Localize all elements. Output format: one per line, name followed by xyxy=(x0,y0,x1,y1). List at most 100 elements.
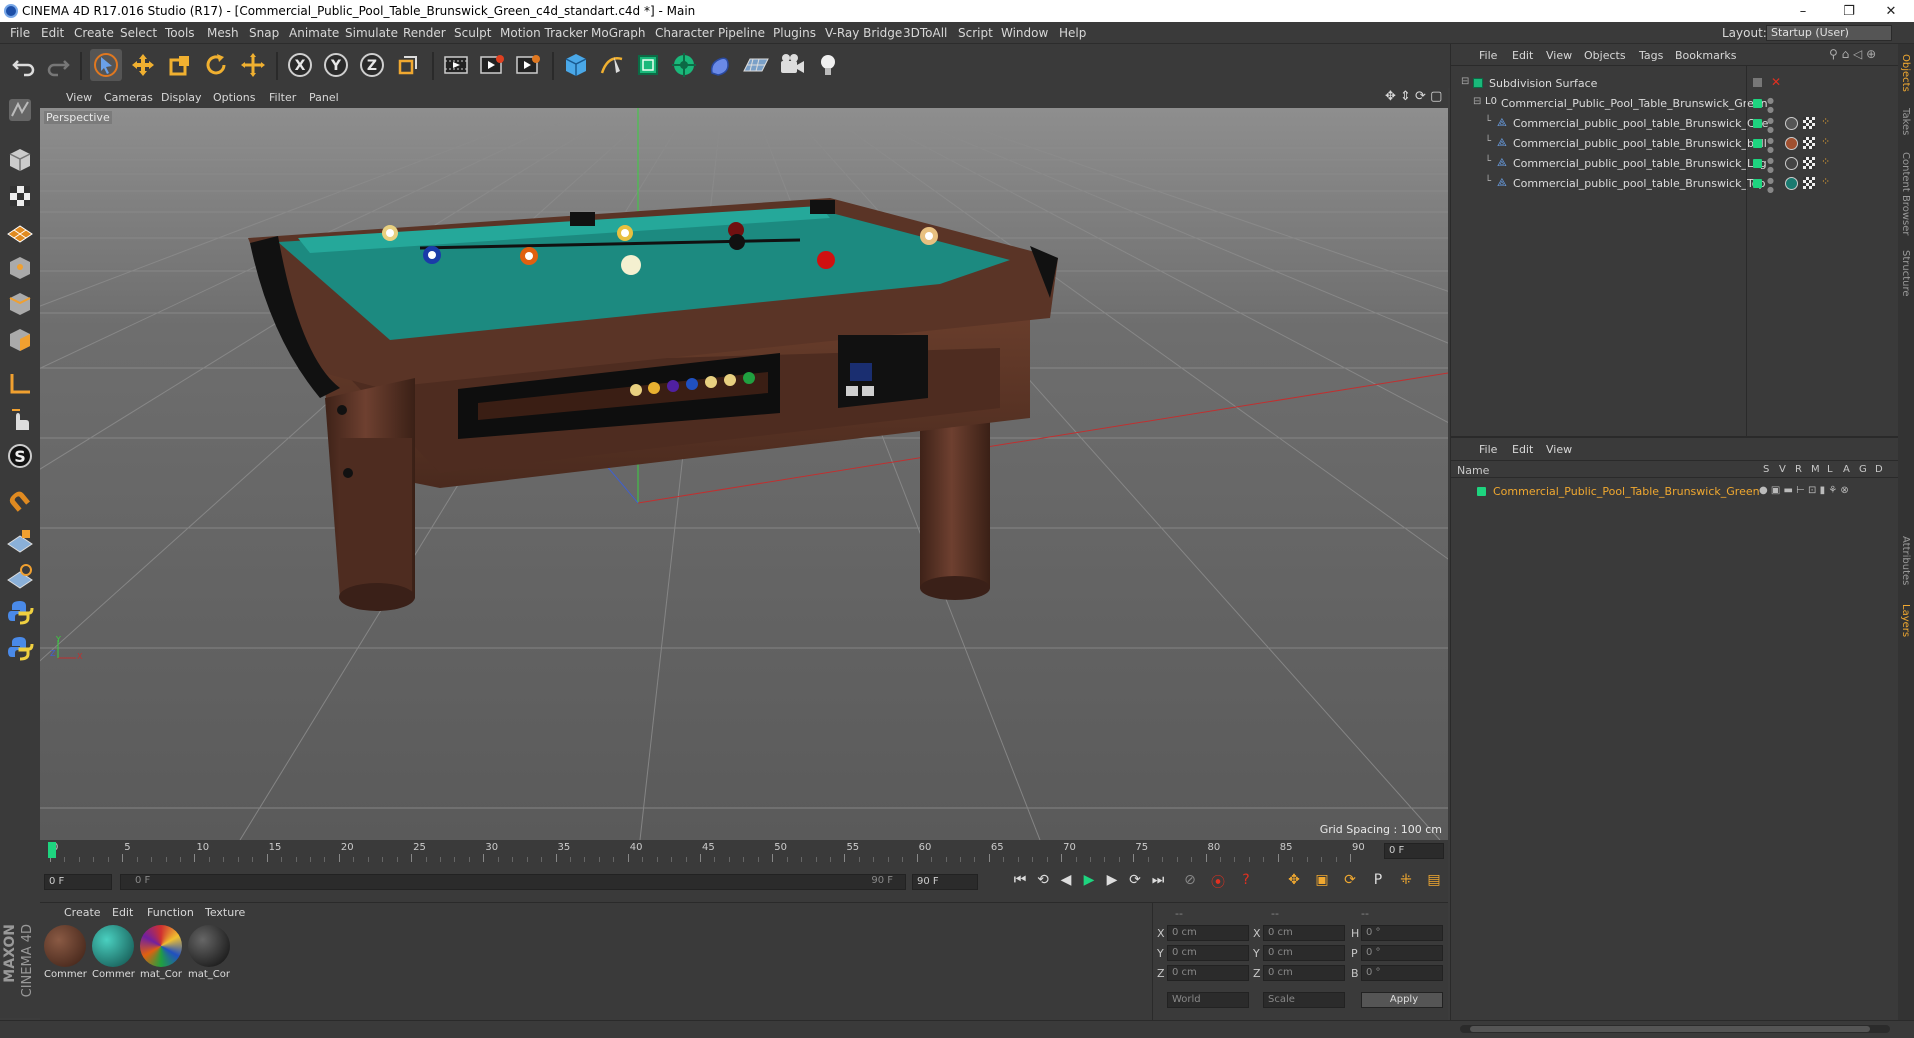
material-tag-icon[interactable] xyxy=(1785,117,1798,130)
python-icon[interactable] xyxy=(4,632,36,664)
object-tree-row[interactable]: └ ⟁ Commercial_public_pool_table_Brunswick… xyxy=(1451,114,1899,134)
menu-snap[interactable]: Snap xyxy=(249,26,279,40)
close-button[interactable]: ✕ xyxy=(1868,0,1914,22)
menu-mesh[interactable]: Mesh xyxy=(207,26,239,40)
expand-icon[interactable]: └ xyxy=(1485,156,1491,167)
go-end-icon[interactable]: ⏭ xyxy=(1148,872,1168,892)
apply-button[interactable]: Apply xyxy=(1361,992,1443,1008)
lm-menu-file[interactable]: File xyxy=(1479,443,1497,456)
menu-pipeline[interactable]: Pipeline xyxy=(718,26,765,40)
range-slider[interactable]: 0 F 90 F xyxy=(120,874,906,890)
move-icon[interactable] xyxy=(127,49,159,81)
side-tab-takes[interactable]: Takes xyxy=(1900,108,1911,135)
start-frame-field[interactable]: 0 F xyxy=(44,874,112,890)
scale-keys-icon[interactable]: ▣ xyxy=(1312,872,1332,892)
object-tree-row[interactable]: └ ⟁ Commercial_public_pool_table_Brunswick… xyxy=(1451,134,1899,154)
viewport[interactable]: Perspective Y X Z Grid Spacing : 100 cm xyxy=(40,108,1448,840)
param-keys-icon[interactable]: P xyxy=(1368,872,1388,892)
layer-col-header[interactable]: R xyxy=(1795,464,1802,475)
visibility-dots[interactable]: ● ● xyxy=(1767,156,1774,174)
layer-col-header[interactable]: V xyxy=(1779,464,1786,475)
side-tab-content-browser[interactable]: Content Browser xyxy=(1900,152,1911,235)
menu-window[interactable]: Window xyxy=(1001,26,1048,40)
scale-icon[interactable] xyxy=(164,49,196,81)
next-frame-icon[interactable]: ▶ xyxy=(1102,872,1122,892)
axis-mode-icon[interactable] xyxy=(4,368,36,400)
side-tab-attributes[interactable]: Attributes xyxy=(1900,536,1911,585)
menu-simulate[interactable]: Simulate xyxy=(345,26,398,40)
render-picture-icon[interactable] xyxy=(476,49,508,81)
select-arrow-icon[interactable] xyxy=(90,49,122,81)
light-icon[interactable] xyxy=(812,49,844,81)
menu-create[interactable]: Create xyxy=(74,26,114,40)
search-icon[interactable]: ⚲ ⌂ ◁ ⊕ xyxy=(1829,47,1876,61)
om-menu-tags[interactable]: Tags xyxy=(1639,49,1663,62)
coord-position-field[interactable]: 0 cm xyxy=(1167,925,1249,941)
menu-help[interactable]: Help xyxy=(1059,26,1086,40)
vp-menu-panel[interactable]: Panel xyxy=(309,91,339,104)
coord-position-field[interactable]: 0 cm xyxy=(1167,945,1249,961)
menu-select[interactable]: Select xyxy=(120,26,157,40)
redo-icon[interactable] xyxy=(42,49,74,81)
y-axis-icon[interactable]: Y xyxy=(320,49,352,81)
layer-col-header[interactable]: M xyxy=(1811,464,1820,475)
play-icon[interactable]: ▶ xyxy=(1079,872,1099,892)
expand-icon[interactable]: └ xyxy=(1485,116,1491,127)
layer-col-header[interactable]: G xyxy=(1859,464,1867,475)
texture-tag-icon[interactable] xyxy=(1803,137,1815,149)
om-menu-objects[interactable]: Objects xyxy=(1584,49,1626,62)
z-axis-icon[interactable]: Z xyxy=(356,49,388,81)
om-menu-edit[interactable]: Edit xyxy=(1512,49,1533,62)
playhead[interactable] xyxy=(48,842,56,858)
side-tab-objects[interactable]: Objects xyxy=(1900,54,1911,92)
material-item[interactable]: mat_Cor xyxy=(140,925,184,981)
mat-menu-edit[interactable]: Edit xyxy=(112,906,133,919)
timeline-icon[interactable]: ▤ xyxy=(1424,872,1444,892)
edges-mode-icon[interactable] xyxy=(4,288,36,320)
minimize-button[interactable]: – xyxy=(1780,0,1826,22)
coord-mode-select[interactable]: World xyxy=(1167,992,1249,1008)
expand-icon[interactable]: └ xyxy=(1485,136,1491,147)
material-item[interactable]: Commer xyxy=(92,925,136,981)
object-tree-row[interactable]: └ ⟁ Commercial_public_pool_table_Brunswick… xyxy=(1451,174,1899,194)
coord-size-field[interactable]: 0 cm xyxy=(1263,945,1345,961)
object-tree-row[interactable]: ⊟ L0 Commercial_Public_Pool_Table_Brunswic… xyxy=(1451,94,1899,114)
deformer-icon[interactable] xyxy=(704,49,736,81)
render-view-icon[interactable] xyxy=(440,49,472,81)
layout-select[interactable]: Startup (User) xyxy=(1766,25,1892,41)
menu-mograph[interactable]: MoGraph xyxy=(591,26,646,40)
texture-tag-icon[interactable] xyxy=(1803,177,1815,189)
world-coord-icon[interactable] xyxy=(392,49,424,81)
coord-size-field[interactable]: 0 cm xyxy=(1263,925,1345,941)
menu-3dtoall[interactable]: 3DToAll xyxy=(903,26,947,40)
camera-icon[interactable] xyxy=(776,49,808,81)
layer-col-header[interactable]: A xyxy=(1843,464,1850,475)
material-tag-icon[interactable] xyxy=(1785,137,1798,150)
visibility-dots[interactable]: ● ● xyxy=(1767,176,1774,194)
menu-motion-tracker[interactable]: Motion Tracker xyxy=(500,26,588,40)
move-keys-icon[interactable]: ✥ xyxy=(1284,872,1304,892)
layer-col-header[interactable]: L xyxy=(1827,464,1833,475)
expand-icon[interactable]: ⊟ xyxy=(1461,76,1469,87)
menu-render[interactable]: Render xyxy=(403,26,446,40)
autokey-icon[interactable]: ⦿ xyxy=(1208,872,1228,892)
vp-menu-options[interactable]: Options xyxy=(213,91,255,104)
material-item[interactable]: Commer xyxy=(44,925,88,981)
floor-icon[interactable] xyxy=(740,49,772,81)
workplane-icon[interactable] xyxy=(4,216,36,248)
points-mode-icon[interactable] xyxy=(4,252,36,284)
coord-scale-select[interactable]: Scale xyxy=(1263,992,1345,1008)
coord-rotation-field[interactable]: 0 ° xyxy=(1361,965,1443,981)
timeline-ruler[interactable]: 051015202530354045505560657075808590 0 F xyxy=(40,840,1448,862)
subdivision-icon[interactable] xyxy=(632,49,664,81)
menu-plugins[interactable]: Plugins xyxy=(773,26,816,40)
live-select-icon[interactable] xyxy=(237,49,269,81)
coord-rotation-field[interactable]: 0 ° xyxy=(1361,925,1443,941)
cloner-icon[interactable] xyxy=(668,49,700,81)
layer-toggles[interactable]: ● ▣ ▬ ⊢ ⊡ ▮ ⚘ ⊗ xyxy=(1759,485,1849,496)
next-key-icon[interactable]: ⟳ xyxy=(1125,872,1145,892)
horizontal-scrollbar[interactable] xyxy=(1460,1025,1890,1033)
grid-lock-icon[interactable] xyxy=(4,524,36,556)
render-settings-icon[interactable] xyxy=(512,49,544,81)
x-axis-icon[interactable]: X xyxy=(284,49,316,81)
